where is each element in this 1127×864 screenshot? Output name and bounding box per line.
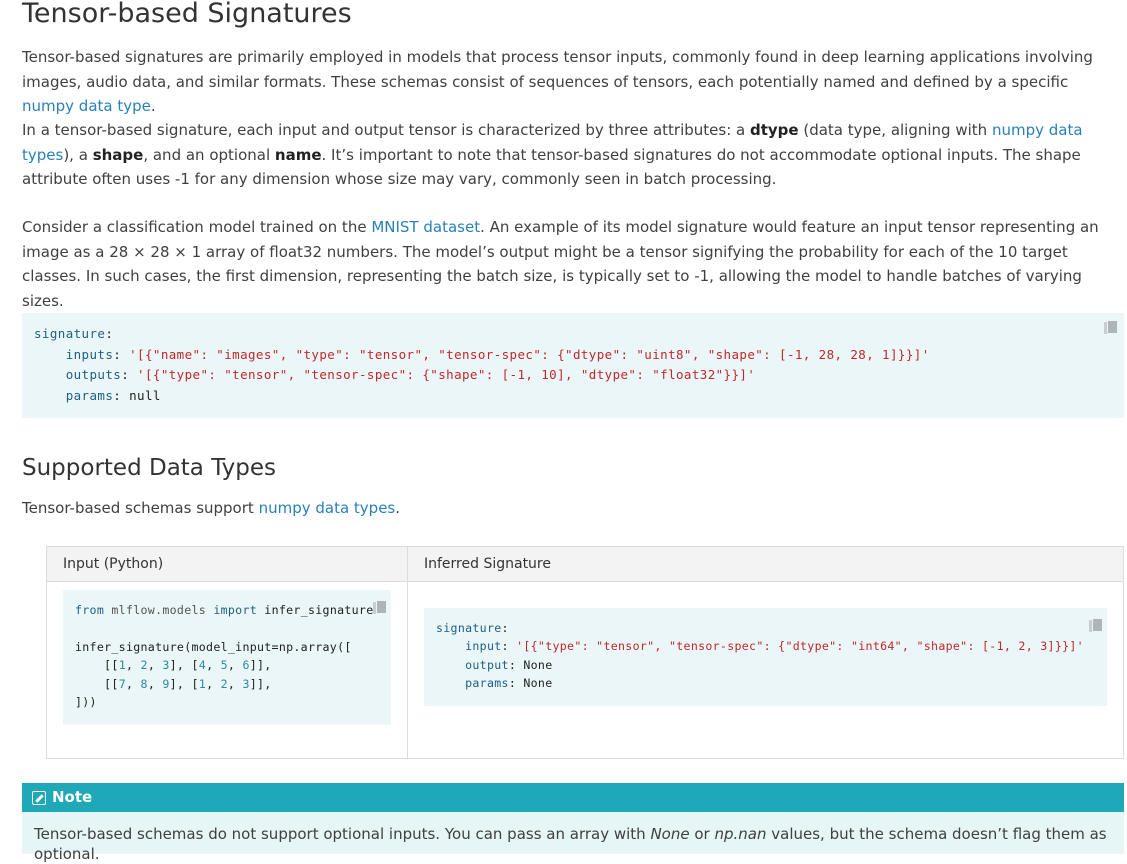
example-table: Input (Python) Inferred Signature from m… — [46, 546, 1124, 759]
name-term: name — [274, 145, 322, 164]
shape-term: shape — [92, 145, 144, 164]
inferred-signature-code: signature: input: '[{"type": "tensor", "… — [436, 621, 1084, 691]
inferred-signature-block: signature: input: '[{"type": "tensor", "… — [424, 608, 1107, 706]
attr-text-2: (data type, aligning with — [798, 121, 992, 139]
code-number: 8 — [140, 676, 148, 691]
code-key: signature — [34, 326, 106, 341]
code-number: 2 — [140, 658, 148, 673]
intro-end: . — [150, 97, 156, 115]
table-cell-python: from mlflow.models import infer_signatur… — [46, 581, 408, 759]
note-body: Tensor-based schemas do not support opti… — [22, 812, 1124, 863]
python-code-block: from mlflow.models import infer_signatur… — [63, 590, 391, 725]
attr-text-3: ), a — [63, 145, 93, 164]
code-number: 3 — [162, 658, 170, 673]
note-title: Note — [52, 788, 93, 806]
intro-text: Tensor-based signatures are primarily em… — [22, 48, 1093, 91]
supported-text: Tensor-based schemas support — [22, 499, 259, 517]
code-number: 3 — [242, 676, 250, 691]
note-header: Note — [22, 783, 1124, 812]
code-keyword: from — [75, 603, 105, 617]
code-number: 1 — [198, 676, 207, 691]
signature-code: signature: inputs: '[{"name": "images", … — [34, 326, 930, 403]
table-cell-signature: signature: input: '[{"type": "tensor", "… — [407, 581, 1124, 759]
code-key: inputs — [65, 346, 114, 362]
code-module: mlflow.models — [111, 603, 207, 617]
code-key: params — [65, 387, 114, 403]
copy-icon[interactable] — [373, 600, 387, 614]
note-none: None — [650, 825, 690, 843]
mnist-text-1: Consider a classification model trained … — [22, 218, 372, 236]
code-call: infer_signature(model_input=np.array([ — [75, 639, 352, 654]
supported-types-paragraph: Tensor-based schemas support numpy data … — [22, 496, 1122, 521]
code-string: '[{"name": "images", "type": "tensor", "… — [129, 346, 930, 362]
mnist-paragraph: Consider a classification model trained … — [22, 215, 1122, 313]
code-number: 9 — [162, 676, 170, 691]
code-string: '[{"type": "tensor", "tensor-spec": {"sh… — [137, 367, 756, 383]
attr-text-1: In a tensor-based signature, each input … — [22, 121, 750, 139]
code-keyword: import — [213, 603, 258, 617]
attr-text-4: , and an optional — [143, 145, 275, 164]
attributes-paragraph: In a tensor-based signature, each input … — [22, 118, 1122, 192]
code-value: None — [523, 676, 553, 691]
code-value: None — [523, 657, 553, 672]
note-text: Tensor-based schemas do not support opti… — [34, 824, 1124, 864]
note-text-2: or — [689, 825, 715, 843]
copy-icon[interactable] — [1089, 618, 1103, 632]
code-string: '[{"type": "tensor", "tensor-spec": {"dt… — [516, 639, 1084, 654]
code-number: 4 — [198, 658, 207, 673]
mnist-dataset-link[interactable]: MNIST dataset — [371, 218, 480, 236]
code-close: ])) — [75, 695, 97, 710]
code-key: output — [465, 657, 509, 672]
intro-paragraph: Tensor-based signatures are primarily em… — [22, 45, 1122, 119]
numpy-data-type-link[interactable]: numpy data type — [22, 97, 151, 115]
supported-end: . — [395, 499, 401, 517]
note-icon — [32, 791, 46, 805]
code-function: infer_signature — [264, 603, 374, 617]
note-nan: np.nan — [714, 825, 767, 843]
code-value: null — [129, 387, 161, 403]
signature-code-block: signature: inputs: '[{"name": "images", … — [22, 313, 1124, 418]
code-number: 5 — [220, 658, 228, 673]
code-key: signature — [436, 621, 502, 635]
code-key: input — [465, 639, 502, 654]
python-code: from mlflow.models import infer_signatur… — [75, 603, 374, 710]
code-number: 1 — [118, 658, 126, 673]
numpy-data-types-link-2[interactable]: numpy data types — [259, 499, 396, 517]
note-text-1: Tensor-based schemas do not support opti… — [34, 825, 651, 843]
code-key: params — [465, 676, 509, 691]
code-number: 7 — [118, 676, 126, 691]
dtype-term: dtype — [749, 121, 799, 139]
section-heading: Supported Data Types — [22, 455, 277, 481]
column-header-signature: Inferred Signature — [407, 546, 1124, 582]
page-title: Tensor-based Signatures — [22, 0, 352, 29]
column-header-input: Input (Python) — [46, 546, 408, 582]
copy-icon[interactable] — [1104, 320, 1118, 334]
code-number: 2 — [220, 676, 228, 691]
code-key: outputs — [65, 367, 122, 383]
code-number: 6 — [242, 658, 250, 673]
